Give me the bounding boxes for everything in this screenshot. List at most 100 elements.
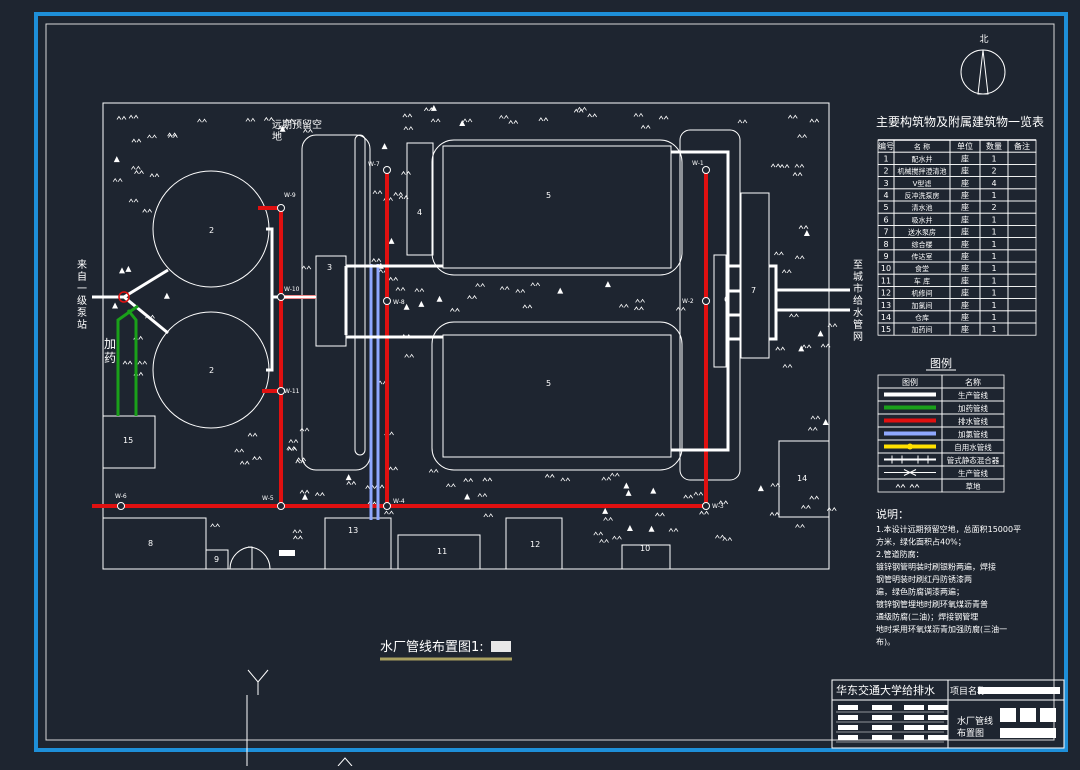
inflow-char: 泵 xyxy=(77,307,87,319)
table-header: 编号 xyxy=(878,141,894,151)
table-cell-text: 1 xyxy=(991,301,996,310)
table-cell-text: 10 xyxy=(881,264,891,273)
title-block-cell xyxy=(904,725,924,730)
scale-value-mark xyxy=(491,641,511,652)
table-cell-text: 座 xyxy=(961,324,969,334)
manhole-w2 xyxy=(702,297,710,305)
legend-header: 名称 xyxy=(965,377,981,387)
table-cell-text: V型滤 xyxy=(913,179,932,188)
legend-swatch-dot xyxy=(907,443,913,450)
note-line: 2.管道防腐： xyxy=(876,549,924,559)
table-cell-text: 配水井 xyxy=(912,154,933,163)
inflow-char: 级 xyxy=(77,295,87,307)
table-cell-text: 1 xyxy=(991,215,996,224)
table-cell-text: 座 xyxy=(961,288,969,298)
table-cell-text: 1 xyxy=(991,240,996,249)
bldg15-number: 15 xyxy=(123,436,133,445)
gate-post xyxy=(279,550,295,556)
legend-label: 草地 xyxy=(966,481,981,491)
table-cell-text: 14 xyxy=(881,313,891,322)
inflow-char: 自 xyxy=(77,270,87,283)
table-cell-text: 综合楼 xyxy=(912,240,933,249)
table-cell-text: 座 xyxy=(961,251,969,261)
title-block-cell xyxy=(872,735,892,740)
legend-header: 图例 xyxy=(902,377,918,387)
pool-lower-number: 5 xyxy=(546,379,551,388)
table-cell-text: 1 xyxy=(991,264,996,273)
table-cell-text: 座 xyxy=(961,202,969,212)
table-cell-text: 座 xyxy=(961,275,969,285)
bldg7-number: 7 xyxy=(751,286,756,295)
table-cell-text: 11 xyxy=(881,276,891,285)
manhole-w3 xyxy=(702,502,710,510)
table-cell-text: 15 xyxy=(881,325,891,334)
title-block-cell xyxy=(1000,708,1016,722)
note-line: 方米，绿化面积占40%； xyxy=(876,537,966,547)
dosing-char: 加 xyxy=(104,337,116,351)
outflow-char: 网 xyxy=(853,331,863,343)
outflow-label: 至城市给水管网 xyxy=(853,259,863,343)
table-cell-text: 加氯间 xyxy=(912,301,933,310)
table-cell-text: 3 xyxy=(883,179,888,188)
notes-heading: 说明： xyxy=(876,507,909,521)
title-block-cell xyxy=(838,725,858,730)
table-cell-text: 2 xyxy=(991,203,996,212)
table-cell-text: 7 xyxy=(883,228,888,237)
table-cell-text: 13 xyxy=(881,301,891,310)
note-line: 1.本设计远期预留空地，总面积15000平 xyxy=(876,524,1021,534)
table-cell-text: 吸水井 xyxy=(912,215,933,224)
table-cell-text: 机械搅拌澄清池 xyxy=(898,167,947,176)
inflow-char: 来 xyxy=(77,259,87,271)
note-line: 镀锌钢管埋地时刷环氧煤沥青普 xyxy=(876,599,988,609)
legend-label: 管式静态混合器 xyxy=(947,455,1000,465)
table-cell-text: 5 xyxy=(883,203,888,212)
title-block-drawing-name-2: 布置图 xyxy=(957,727,984,739)
bldg3-number: 3 xyxy=(327,263,332,272)
table-cell-text: 座 xyxy=(961,239,969,249)
table-cell-text: 座 xyxy=(961,153,969,163)
table-cell-text: 1 xyxy=(991,276,996,285)
manhole-w7 xyxy=(383,166,391,174)
drawing-title: 水厂管线布置图 xyxy=(380,640,471,655)
drawing-canvas: 北 远期预留空 地 2 2 3 4 5 5 6 7 8 9 10 11 12 1… xyxy=(0,0,1080,767)
outflow-char: 给 xyxy=(853,294,863,307)
well-label-w5: W-5 xyxy=(262,495,274,502)
tank-upper-number: 2 xyxy=(209,226,214,235)
table-cell-text: 4 xyxy=(991,179,996,188)
manhole-w4 xyxy=(383,502,391,510)
title-block-cell xyxy=(838,705,858,710)
manhole-w9 xyxy=(277,204,285,212)
bldg10-number: 10 xyxy=(640,544,650,553)
title-block-cell xyxy=(928,725,948,730)
bldg4-number: 4 xyxy=(417,208,422,217)
table-cell-text: 12 xyxy=(881,289,891,298)
outflow-char: 至 xyxy=(853,259,863,271)
table-cell-text: 传达室 xyxy=(912,252,933,261)
well-label-w8: W-8 xyxy=(393,299,405,306)
legend-label: 排水管线 xyxy=(958,416,988,426)
note-line: 遍，绿色防腐调漆两遍； xyxy=(876,587,964,597)
table-cell-text: 座 xyxy=(961,190,969,200)
title-block-cell xyxy=(904,735,924,740)
legend-label: 生产管线 xyxy=(958,390,988,400)
bldg9-number: 9 xyxy=(214,555,219,564)
title-block-cell xyxy=(904,705,924,710)
legend-label: 自用水管线 xyxy=(954,442,992,452)
reserve-land-label: 远期预留空 xyxy=(272,118,322,131)
table-cell-text: 座 xyxy=(961,227,969,237)
table-cell-text: 仓库 xyxy=(915,313,929,322)
well-label-w2: W-2 xyxy=(682,298,694,305)
table-cell-text: 座 xyxy=(961,214,969,224)
title-block-project-value xyxy=(978,687,1060,694)
table-cell-text: 食堂 xyxy=(915,264,929,273)
outflow-char: 管 xyxy=(853,318,863,331)
legend-label: 生产管线 xyxy=(958,468,988,478)
table-cell-text: 1 xyxy=(991,313,996,322)
title-block-cell xyxy=(838,715,858,720)
title-block-cell xyxy=(928,715,948,720)
well-label-w6: W-6 xyxy=(115,493,127,500)
title-block-cell xyxy=(1020,708,1036,722)
table-cell-text: 1 xyxy=(883,154,888,163)
table-cell-text: 8 xyxy=(883,240,888,249)
table-cell-text: 2 xyxy=(991,167,996,176)
